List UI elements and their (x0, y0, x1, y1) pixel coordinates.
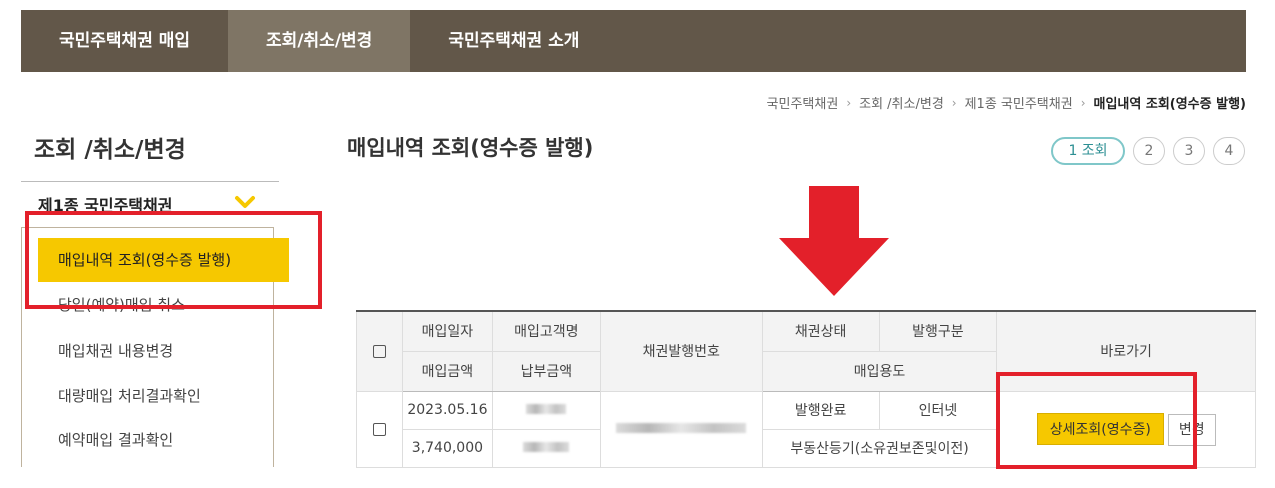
breadcrumb-item[interactable]: 제1종 국민주택채권 (965, 93, 1073, 112)
sidebar-divider (21, 181, 279, 182)
sidebar-item-bond-change[interactable]: 매입채권 내용변경 (58, 340, 173, 361)
nav-bond-intro[interactable]: 국민주택채권 소개 (410, 10, 617, 72)
step-2: 2 (1133, 137, 1165, 165)
masked-value (526, 404, 567, 414)
row-purpose: 부동산등기(소유권보존및이전) (761, 428, 998, 468)
arrow-down-icon (779, 186, 889, 296)
chevron-right-icon: › (1080, 95, 1086, 110)
breadcrumb-item[interactable]: 조회 /취소/변경 (859, 93, 944, 112)
breadcrumb-item[interactable]: 국민주택채권 (767, 93, 839, 112)
sidebar-item-reservation-result[interactable]: 예약매입 결과확인 (58, 429, 173, 450)
masked-value (523, 442, 570, 452)
header-purpose: 매입용도 (761, 350, 998, 392)
chevron-down-icon[interactable] (234, 194, 256, 210)
sidebar-title: 조회 /취소/변경 (34, 137, 186, 163)
row-customer-masked (491, 390, 601, 430)
page-title: 매입내역 조회(영수증 발행) (347, 136, 594, 160)
header-bond-number: 채권발행번호 (599, 310, 763, 392)
sidebar-item-bulk-result[interactable]: 대량매입 처리결과확인 (58, 385, 201, 406)
row-paid-masked (491, 428, 601, 468)
highlight-box (25, 211, 322, 309)
step-indicator: 1 조회 2 3 4 (1051, 137, 1245, 165)
step-1: 1 조회 (1051, 137, 1125, 165)
header-bond-status: 채권상태 (761, 310, 880, 352)
row-purchase-date: 2023.05.16 (401, 390, 493, 430)
header-paid-amount: 납부금액 (491, 350, 601, 392)
row-bond-status: 발행완료 (761, 390, 880, 430)
chevron-right-icon: › (951, 95, 957, 110)
header-issue-type: 발행구분 (878, 310, 998, 352)
row-bond-number-masked (599, 390, 763, 468)
row-checkbox[interactable] (372, 422, 386, 436)
nav-inquiry-cancel-change[interactable]: 조회/취소/변경 (228, 10, 411, 72)
header-purchase-date: 매입일자 (401, 310, 493, 352)
row-issue-type: 인터넷 (878, 390, 998, 430)
header-customer: 매입고객명 (491, 310, 601, 352)
breadcrumb: 국민주택채권 › 조회 /취소/변경 › 제1종 국민주택채권 › 매입내역 조… (767, 93, 1247, 113)
masked-value (616, 423, 747, 433)
nav-bond-purchase[interactable]: 국민주택채권 매입 (21, 10, 228, 72)
row-amount: 3,740,000 (401, 428, 493, 468)
top-navigation: 국민주택채권 매입 조회/취소/변경 국민주택채권 소개 (21, 10, 1246, 72)
highlight-box (996, 372, 1197, 469)
breadcrumb-current: 매입내역 조회(영수증 발행) (1093, 97, 1247, 112)
step-3: 3 (1173, 137, 1205, 165)
chevron-right-icon: › (846, 95, 852, 110)
step-4: 4 (1213, 137, 1245, 165)
header-amount: 매입금액 (401, 350, 493, 392)
select-all-checkbox[interactable] (372, 344, 386, 358)
